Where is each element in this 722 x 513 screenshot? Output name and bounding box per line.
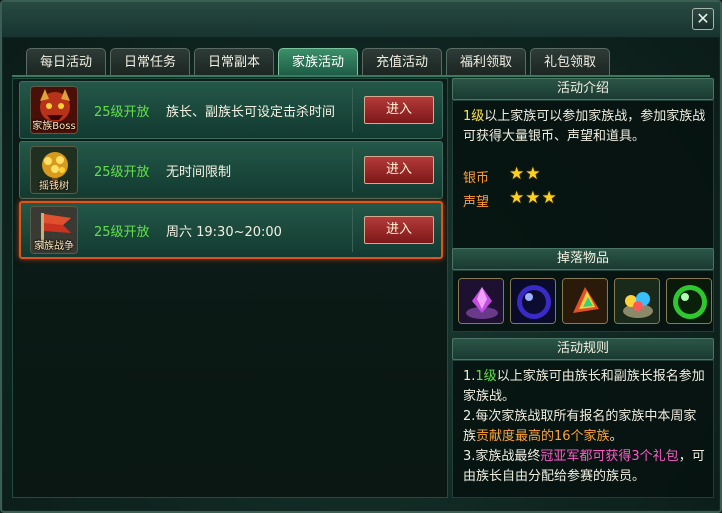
intro-level-highlight: 1级	[463, 109, 485, 124]
tab-daily-activity[interactable]: 每日活动	[26, 48, 106, 76]
intro-body: 1级以上家族可以参加家族战，参加家族战可获得大量银币、声望和道具。 银币 ★★ …	[452, 100, 714, 250]
tab-divider	[12, 75, 710, 77]
activity-list: 家族Boss 25级开放 族长、副族长可设定击杀时间 进入 摇钱树 25级开放 …	[12, 78, 448, 498]
rule-1-text: 以上家族可由族长和副族长报名参加家族战。	[463, 369, 705, 404]
rule-3-text: 3.家族战最终	[463, 449, 541, 464]
enter-button[interactable]: 进入	[364, 216, 434, 244]
rainbow-crystal-icon[interactable]	[562, 278, 608, 324]
intro-header: 活动介绍	[452, 78, 714, 100]
row-divider	[352, 208, 353, 252]
star-rating: ★★	[509, 164, 542, 184]
row-divider	[352, 148, 353, 192]
activity-row-money-tree[interactable]: 摇钱树 25级开放 无时间限制 进入	[19, 141, 443, 199]
level-requirement: 25级开放	[94, 165, 150, 180]
tab-bar: 每日活动 日常任务 日常副本 家族活动 充值活动 福利领取 礼包领取	[26, 48, 610, 76]
rating-label: 银币	[463, 171, 490, 186]
rule-3-highlight: 冠亚军都可获得3个礼包	[540, 449, 679, 464]
activity-description: 周六 19:30~20:00	[166, 225, 282, 240]
rating-row-silver: 银币 ★★	[463, 164, 540, 186]
rules-header: 活动规则	[452, 338, 714, 360]
close-button[interactable]: ✕	[692, 8, 714, 30]
activity-description: 无时间限制	[166, 165, 232, 180]
tab-daily-tasks[interactable]: 日常任务	[110, 48, 190, 76]
tab-gift-packs[interactable]: 礼包领取	[530, 48, 610, 76]
intro-text: 1级以上家族可以参加家族战，参加家族战可获得大量银币、声望和道具。	[463, 107, 709, 147]
activity-description: 族长、副族长可设定击杀时间	[166, 105, 336, 120]
rule-1-level-highlight: 1级	[475, 369, 497, 384]
row-divider	[352, 88, 353, 132]
money-tree-icon: 摇钱树	[30, 146, 78, 194]
detail-panel: 活动介绍 1级以上家族可以参加家族战，参加家族战可获得大量银币、声望和道具。 银…	[452, 78, 714, 498]
rules-text: 1.1级以上家族可由族长和副族长报名参加家族战。 2.每次家族战取所有报名的家族…	[463, 367, 709, 487]
blue-orb-icon[interactable]	[510, 278, 556, 324]
green-orb-icon[interactable]	[666, 278, 712, 324]
drops-header: 掉落物品	[452, 248, 714, 270]
level-requirement: 25级开放	[94, 105, 150, 120]
enter-button[interactable]: 进入	[364, 156, 434, 184]
title-bar: ✕	[2, 2, 720, 38]
activity-row-family-boss[interactable]: 家族Boss 25级开放 族长、副族长可设定击杀时间 进入	[19, 81, 443, 139]
rule-2-highlight: 贡献度最高的16个家族	[476, 429, 610, 444]
rating-label: 声望	[463, 195, 490, 210]
family-war-flag-icon: 家族战争	[30, 206, 78, 254]
activity-row-family-war[interactable]: 家族战争 25级开放 周六 19:30~20:00 进入	[19, 201, 443, 259]
rule-2-suffix: 。	[609, 429, 623, 444]
level-requirement: 25级开放	[94, 225, 150, 240]
tab-family-activity[interactable]: 家族活动	[278, 48, 358, 76]
icon-caption: 摇钱树	[39, 181, 69, 192]
intro-text-rest: 以上家族可以参加家族战，参加家族战可获得大量银币、声望和道具。	[463, 109, 706, 144]
icon-caption: 家族Boss	[32, 121, 76, 132]
rating-row-prestige: 声望 ★★★	[463, 188, 557, 210]
tab-daily-dungeons[interactable]: 日常副本	[194, 48, 274, 76]
gem-bowl-icon[interactable]	[614, 278, 660, 324]
rule-1-prefix: 1.	[463, 369, 476, 384]
family-boss-icon: 家族Boss	[30, 86, 78, 134]
enter-button[interactable]: 进入	[364, 96, 434, 124]
star-rating: ★★★	[509, 188, 558, 208]
purple-gem-icon[interactable]	[458, 278, 504, 324]
rules-body: 1.1级以上家族可由族长和副族长报名参加家族战。 2.每次家族战取所有报名的家族…	[452, 360, 714, 498]
tab-recharge-activity[interactable]: 充值活动	[362, 48, 442, 76]
icon-caption: 家族战争	[34, 241, 74, 252]
activity-window: ✕ 每日活动 日常任务 日常副本 家族活动 充值活动 福利领取 礼包领取 家族B…	[0, 0, 722, 513]
tab-welfare[interactable]: 福利领取	[446, 48, 526, 76]
